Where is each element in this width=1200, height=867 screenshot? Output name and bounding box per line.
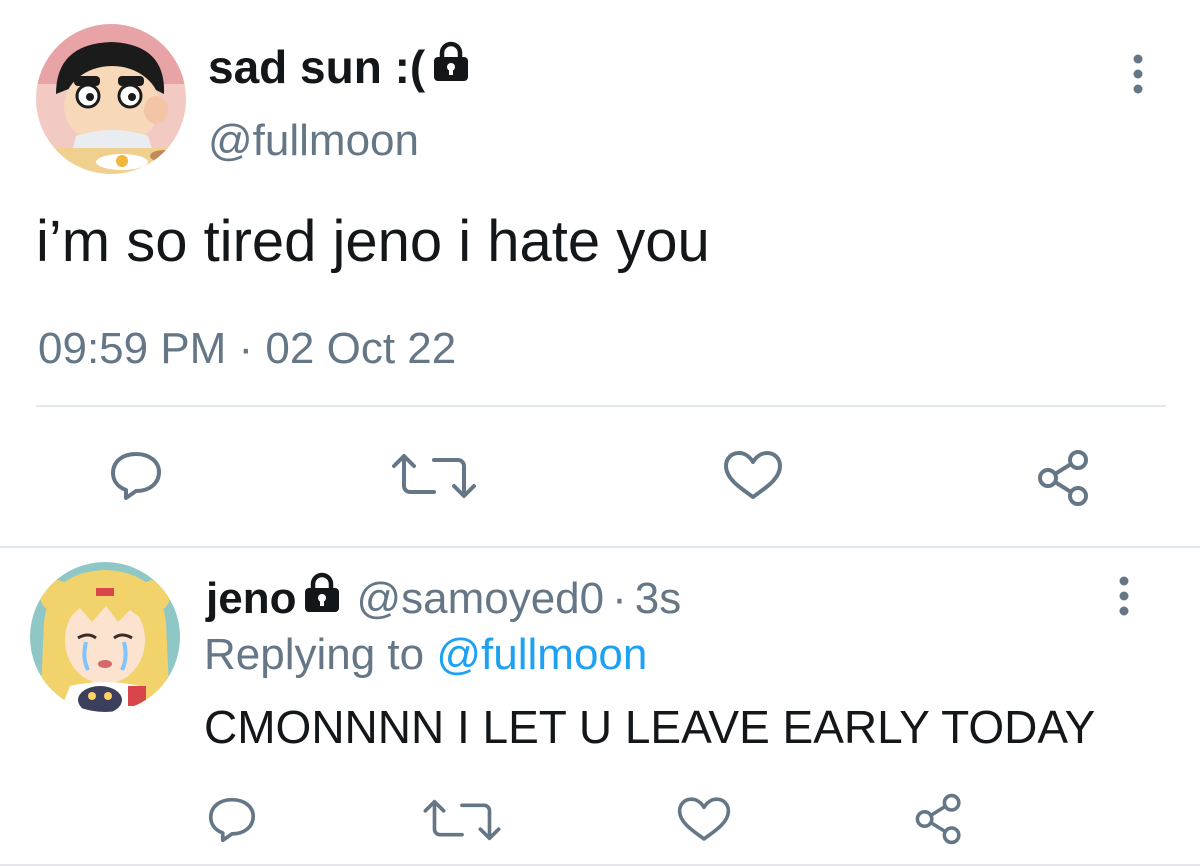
reply-icon — [208, 797, 256, 843]
display-name[interactable]: jeno — [206, 574, 296, 624]
replying-to: Replying to @fullmoon — [204, 630, 647, 680]
cartoon-boy-avatar — [36, 24, 186, 174]
reply-button[interactable] — [108, 450, 164, 507]
reply-icon — [111, 452, 161, 500]
separator-dot: · — [612, 573, 627, 623]
replying-to-handle-link[interactable]: @fullmoon — [436, 630, 647, 679]
reply-header: jeno @samoyed0 · 3s — [206, 572, 681, 625]
reply-button[interactable] — [206, 796, 258, 849]
share-icon — [1038, 450, 1088, 506]
tweet-text: i’m so tired jeno i hate you — [36, 209, 710, 274]
share-button[interactable] — [912, 792, 966, 851]
more-options-icon[interactable] — [1114, 576, 1134, 616]
avatar[interactable] — [30, 562, 180, 712]
replying-to-label: Replying to — [204, 630, 425, 679]
divider — [36, 405, 1166, 407]
retweet-icon — [423, 799, 501, 841]
handle[interactable]: @samoyed0 — [356, 574, 604, 624]
lock-icon — [302, 572, 342, 625]
anime-girl-avatar — [30, 562, 180, 712]
divider — [0, 546, 1200, 548]
retweet-icon — [392, 454, 476, 498]
lock-icon — [431, 40, 471, 94]
reply-timestamp[interactable]: 3s — [635, 574, 681, 624]
more-options-icon[interactable] — [1128, 54, 1148, 94]
like-icon — [677, 797, 731, 841]
handle[interactable]: @fullmoon — [208, 116, 419, 166]
retweet-button[interactable] — [386, 452, 482, 505]
reply-text: CMONNNN I LET U LEAVE EARLY TODAY — [204, 701, 1096, 753]
retweet-button[interactable] — [418, 798, 506, 847]
display-name[interactable]: sad sun :( — [208, 40, 471, 94]
share-icon — [915, 793, 961, 845]
display-name-text: sad sun :( — [208, 41, 426, 93]
avatar[interactable] — [36, 24, 186, 174]
like-button[interactable] — [722, 450, 784, 507]
like-button[interactable] — [676, 796, 732, 849]
share-button[interactable] — [1034, 448, 1094, 513]
divider — [0, 864, 1200, 866]
like-icon — [724, 451, 782, 499]
tweet-timestamp[interactable]: 09:59 PM · 02 Oct 22 — [38, 324, 456, 374]
